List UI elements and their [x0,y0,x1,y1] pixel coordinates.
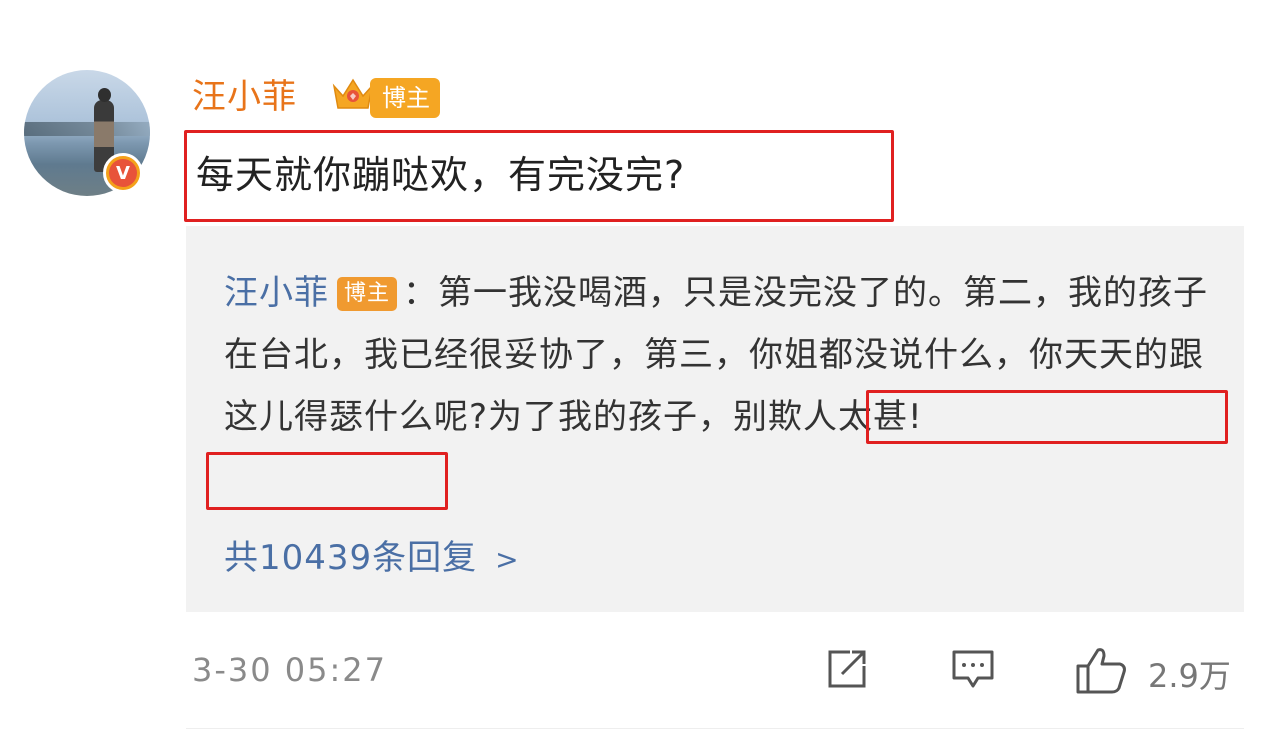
reply-count-label: 共10439条回复 [224,538,478,578]
reply-body-highlight: 为了我的孩子，别欺人太甚! [488,397,923,437]
reply-username[interactable]: 汪小菲 [224,273,329,313]
avatar-background [24,122,150,136]
highlight-box-reply-line2 [206,452,448,510]
post-username[interactable]: 汪小菲 [192,74,297,120]
blogger-tag: 博主 [370,78,440,118]
chevron-right-icon: > [495,543,520,576]
like-icon[interactable] [1074,644,1130,698]
share-icon[interactable] [822,644,872,694]
divider [186,728,1244,729]
verified-badge-letter: V [109,159,137,187]
comment-icon[interactable] [948,644,998,694]
reply-count-link[interactable]: 共10439条回复 > [224,530,520,579]
post-timestamp: 3-30 05:27 [192,651,388,689]
avatar-figure-head [98,88,111,102]
highlight-box-post [184,130,894,222]
like-count: 2.9万 [1148,657,1231,695]
highlight-box-reply-line1 [866,390,1228,444]
verified-badge-icon: V [103,153,143,193]
reply-blogger-tag: 博主 [337,277,398,311]
